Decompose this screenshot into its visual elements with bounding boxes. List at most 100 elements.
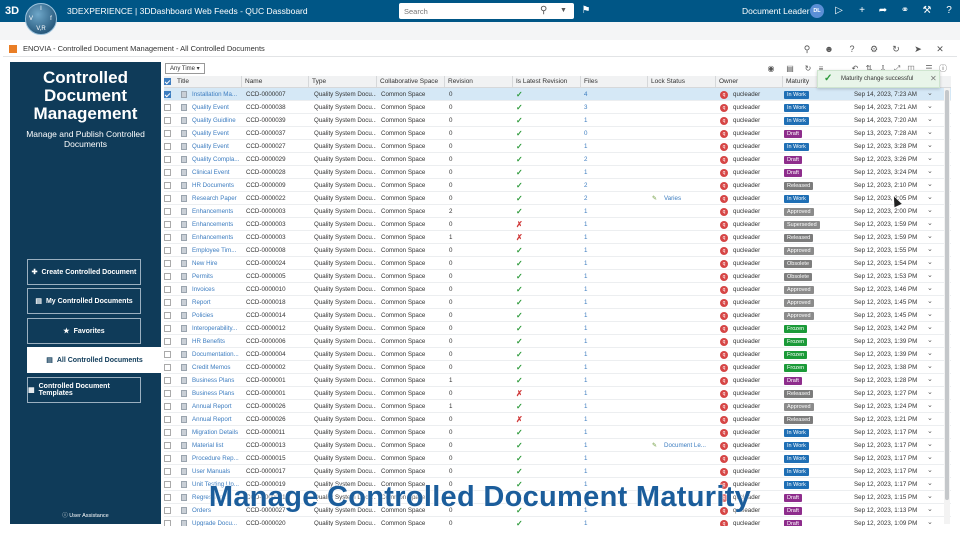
controlled-document-templates-button[interactable]: ▦ Controlled Document Templates	[27, 377, 141, 403]
pin-icon[interactable]: ➤	[912, 43, 924, 55]
cell-title[interactable]: Credit Memos	[192, 361, 242, 374]
column-header-files[interactable]: Files	[581, 76, 648, 88]
compass-icon[interactable]: I V f V,R	[25, 3, 57, 35]
maturity-badge[interactable]: Draft	[784, 169, 802, 177]
row-checkbox[interactable]	[164, 221, 171, 228]
cell-maturity[interactable]: Released	[784, 179, 844, 192]
chevron-down-icon[interactable]: ⌄	[927, 284, 933, 292]
cell-maturity[interactable]: Approved	[784, 283, 844, 296]
maturity-badge[interactable]: Draft	[784, 156, 802, 164]
chevron-down-icon[interactable]: ⌄	[927, 310, 933, 318]
cell-files[interactable]: 0	[584, 127, 614, 140]
user-share-icon[interactable]: ☻	[823, 43, 835, 55]
cell-files[interactable]: 1	[584, 296, 614, 309]
maturity-badge[interactable]: Approved	[784, 247, 814, 255]
maturity-badge[interactable]: In Work	[784, 195, 809, 203]
cell-files[interactable]: 1	[584, 205, 614, 218]
cell-title[interactable]: Enhancements	[192, 231, 242, 244]
row-checkbox[interactable]	[164, 364, 171, 371]
refresh-icon[interactable]: ↻	[803, 63, 813, 74]
table-row[interactable]: Enhancements CCD-0000003 Quality System Do…	[164, 205, 951, 218]
cell-title[interactable]: Quality Guidline	[192, 114, 242, 127]
row-checkbox[interactable]	[164, 273, 171, 280]
close-icon[interactable]: ✕	[934, 43, 946, 55]
search-box[interactable]: ⚲ ▼	[399, 3, 574, 19]
time-filter-dropdown[interactable]: Any Time ▾	[165, 63, 205, 74]
cell-files[interactable]: 1	[584, 517, 614, 526]
cell-files[interactable]: 1	[584, 439, 614, 452]
row-checkbox[interactable]	[164, 130, 171, 137]
cell-title[interactable]: Invoices	[192, 283, 242, 296]
tag-icon[interactable]: ⚑	[579, 3, 593, 19]
chevron-down-icon[interactable]: ⌄	[927, 258, 933, 266]
table-row[interactable]: Quality Guidline CCD-0000039 Quality Syste…	[164, 114, 951, 127]
user-avatar[interactable]: DL	[810, 4, 824, 18]
maturity-badge[interactable]: Approved	[784, 299, 814, 307]
cell-lock-status[interactable]: Varies	[664, 192, 716, 205]
cell-maturity[interactable]: Frozen	[784, 322, 844, 335]
table-row[interactable]: Business Plans CCD-0000001 Quality System …	[164, 387, 951, 400]
cell-maturity[interactable]: Draft	[784, 166, 844, 179]
chevron-down-icon[interactable]: ⌄	[927, 440, 933, 448]
cell-files[interactable]: 1	[584, 166, 614, 179]
add-icon[interactable]: +	[855, 3, 869, 19]
vertical-scrollbar[interactable]	[944, 88, 950, 524]
all-controlled-documents-button[interactable]: ▤ All Controlled Documents	[27, 347, 162, 373]
cell-files[interactable]: 1	[584, 231, 614, 244]
chevron-down-icon[interactable]: ⌄	[927, 362, 933, 370]
chevron-down-icon[interactable]: ⌄	[927, 323, 933, 331]
maturity-badge[interactable]: Draft	[784, 130, 802, 138]
user-name[interactable]: Document Leader	[742, 6, 810, 16]
table-row[interactable]: Employee Tim... CCD-0000008 Quality System…	[164, 244, 951, 257]
cell-files[interactable]: 4	[584, 88, 614, 101]
row-checkbox[interactable]	[164, 325, 171, 332]
cell-title[interactable]: Quality Compla...	[192, 153, 242, 166]
cell-title[interactable]: Quality Event	[192, 101, 242, 114]
chevron-down-icon[interactable]: ⌄	[927, 89, 933, 97]
gear-icon[interactable]: ⚙	[868, 43, 880, 55]
cell-maturity[interactable]: Frozen	[784, 335, 844, 348]
cell-title[interactable]: Research Paper	[192, 192, 242, 205]
chevron-down-icon[interactable]: ⌄	[927, 349, 933, 357]
row-checkbox[interactable]	[164, 104, 171, 111]
maturity-badge[interactable]: In Work	[784, 468, 809, 476]
chevron-down-icon[interactable]: ⌄	[927, 427, 933, 435]
column-header-title[interactable]: Title	[174, 76, 242, 88]
row-checkbox[interactable]	[164, 91, 171, 98]
row-checkbox[interactable]	[164, 260, 171, 267]
cell-title[interactable]: Business Plans	[192, 374, 242, 387]
cell-title[interactable]: Quality Event	[192, 127, 242, 140]
cell-files[interactable]: 1	[584, 270, 614, 283]
maturity-badge[interactable]: Obsolete	[784, 273, 813, 281]
table-row[interactable]: New Hire CCD-0000024 Quality System Docu..…	[164, 257, 951, 270]
column-header-type[interactable]: Type	[309, 76, 377, 88]
cell-maturity[interactable]: Obsolete	[784, 257, 844, 270]
chevron-down-icon[interactable]: ⌄	[927, 206, 933, 214]
maturity-badge[interactable]: Approved	[784, 208, 814, 216]
row-checkbox[interactable]	[164, 390, 171, 397]
table-row[interactable]: Upgrade Docu... CCD-0000020 Quality System…	[164, 517, 951, 526]
table-row[interactable]: Annual Report CCD-0000026 Quality System D…	[164, 400, 951, 413]
search-icon[interactable]: ⚲	[540, 3, 547, 19]
table-row[interactable]: Quality Event CCD-0000027 Quality System D…	[164, 140, 951, 153]
cell-lock-status[interactable]: Document Le...	[664, 439, 716, 452]
cell-files[interactable]: 2	[584, 179, 614, 192]
chevron-down-icon[interactable]: ⌄	[927, 245, 933, 253]
maturity-badge[interactable]: Approved	[784, 286, 814, 294]
chevron-down-icon[interactable]: ⌄	[927, 141, 933, 149]
row-checkbox[interactable]	[164, 416, 171, 423]
table-row[interactable]: Material list CCD-0000013 Quality System D…	[164, 439, 951, 452]
cell-maturity[interactable]: In Work	[784, 452, 844, 465]
cell-files[interactable]: 1	[584, 361, 614, 374]
table-row[interactable]: Credit Memos CCD-0000002 Quality System Do…	[164, 361, 951, 374]
cell-files[interactable]: 1	[584, 244, 614, 257]
cell-files[interactable]: 1	[584, 218, 614, 231]
chevron-down-icon[interactable]: ⌄	[927, 232, 933, 240]
maturity-badge[interactable]: In Work	[784, 91, 809, 99]
favorites-button[interactable]: ★ Favorites	[27, 318, 141, 344]
row-checkbox[interactable]	[164, 117, 171, 124]
table-row[interactable]: Interoperability... CCD-0000012 Quality Sy…	[164, 322, 951, 335]
maturity-badge[interactable]: Draft	[784, 520, 802, 526]
cell-maturity[interactable]: In Work	[784, 192, 844, 205]
chevron-down-icon[interactable]: ⌄	[927, 219, 933, 227]
